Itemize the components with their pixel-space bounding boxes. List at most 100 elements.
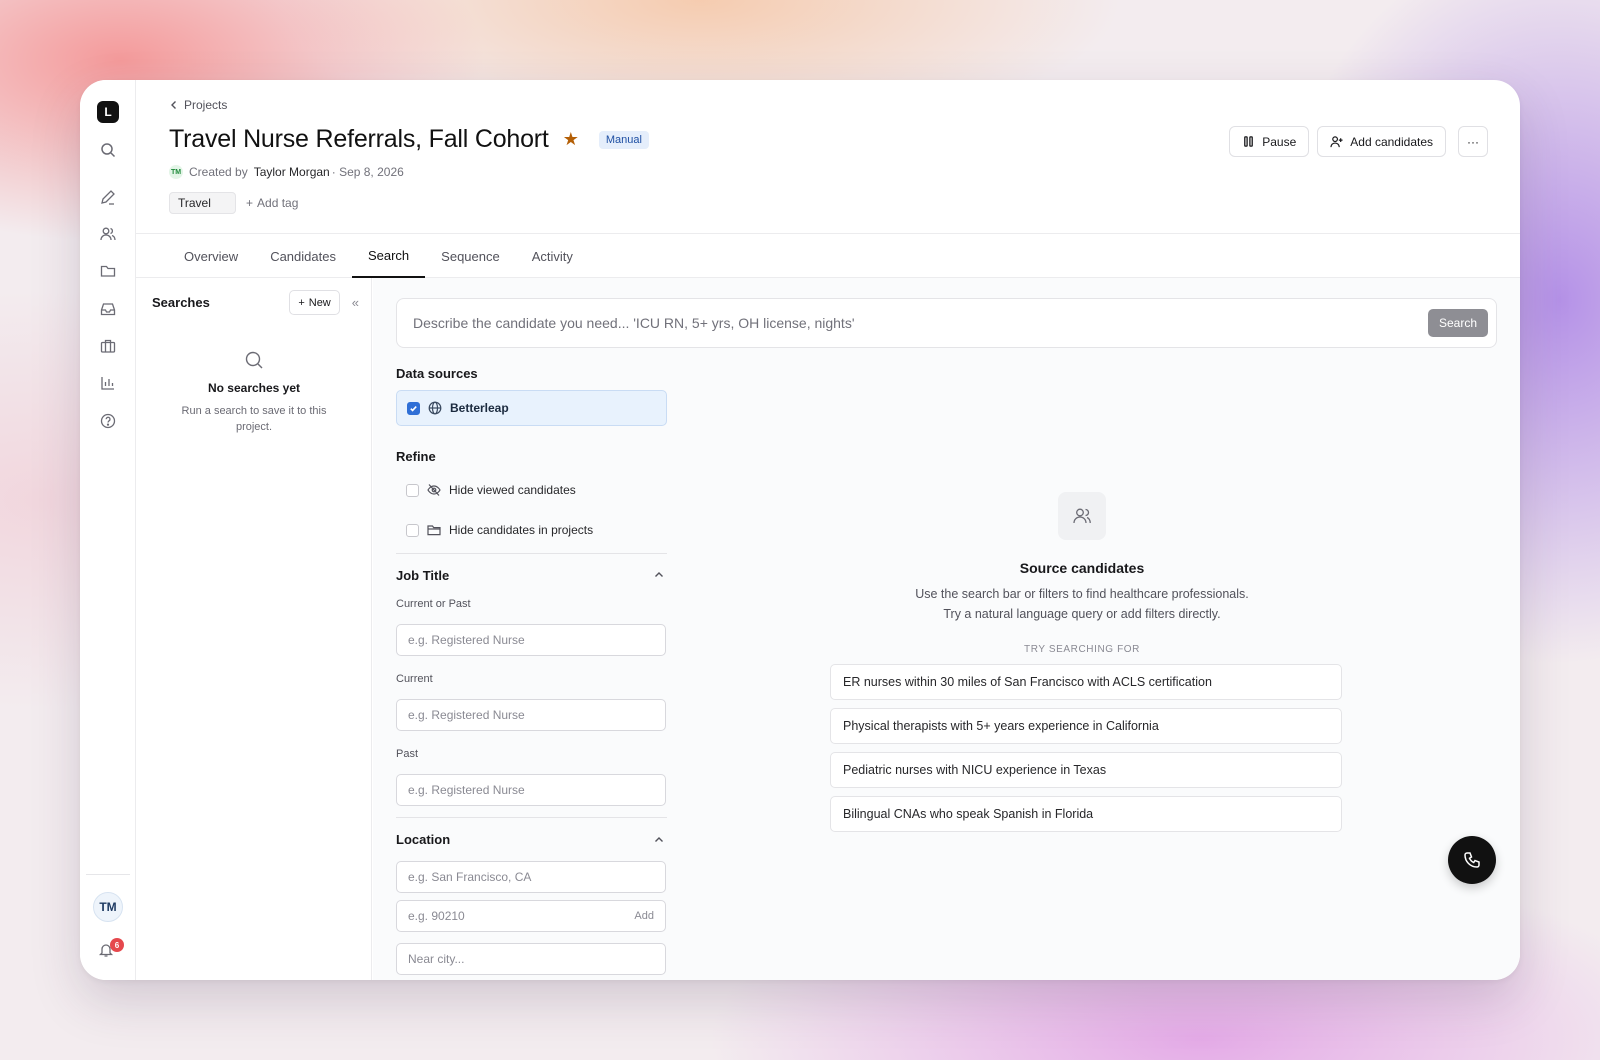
- past-label: Past: [396, 748, 419, 760]
- title-row: Travel Nurse Referrals, Fall Cohort ★ Ma…: [169, 125, 649, 154]
- star-icon[interactable]: ★: [563, 129, 579, 150]
- created-meta: TM Created by Taylor Morgan · Sep 8, 202…: [169, 165, 404, 179]
- divider: [396, 817, 667, 818]
- chevron-left-icon: [171, 101, 176, 109]
- hide-viewed-option[interactable]: Hide viewed candidates: [406, 483, 576, 497]
- pencil-icon[interactable]: [98, 187, 118, 207]
- new-search-button[interactable]: + New: [289, 290, 340, 315]
- new-search-label: New: [308, 296, 331, 309]
- refine-label: Refine: [396, 449, 436, 464]
- app-logo[interactable]: L: [97, 101, 119, 123]
- location-label[interactable]: Location: [396, 832, 450, 847]
- pause-icon: [1244, 136, 1254, 147]
- chevron-up-icon[interactable]: [654, 832, 664, 850]
- main-area: Projects Travel Nurse Referrals, Fall Co…: [136, 80, 1520, 980]
- source-checkbox[interactable]: [407, 401, 420, 415]
- hide-viewed-label: Hide viewed candidates: [449, 483, 576, 497]
- hide-in-projects-checkbox[interactable]: [406, 523, 419, 537]
- past-title-input[interactable]: e.g. Registered Nurse: [396, 774, 666, 806]
- hide-viewed-checkbox[interactable]: [406, 483, 419, 497]
- rail-divider: [86, 874, 130, 875]
- search-content: Describe the candidate you need... 'ICU …: [373, 278, 1520, 980]
- suggestion-item[interactable]: Bilingual CNAs who speak Spanish in Flor…: [830, 796, 1342, 832]
- tab-sequence[interactable]: Sequence: [425, 234, 516, 278]
- users-icon: [1058, 492, 1106, 540]
- current-label: Current: [396, 673, 433, 685]
- tab-bar: Overview Candidates Search Sequence Acti…: [136, 233, 1520, 278]
- tab-candidates[interactable]: Candidates: [254, 234, 352, 278]
- suggestion-item[interactable]: ER nurses within 30 miles of San Francis…: [830, 664, 1342, 700]
- data-sources-label: Data sources: [396, 366, 478, 381]
- tab-activity[interactable]: Activity: [516, 234, 589, 278]
- data-source-betterleap[interactable]: Betterleap: [396, 390, 667, 426]
- more-button[interactable]: ···: [1458, 126, 1488, 157]
- add-candidates-label: Add candidates: [1350, 134, 1433, 149]
- page-title: Travel Nurse Referrals, Fall Cohort: [169, 125, 549, 153]
- searches-title: Searches: [152, 295, 210, 310]
- search-bar[interactable]: Describe the candidate you need... 'ICU …: [396, 298, 1497, 348]
- divider: [396, 553, 667, 554]
- empty-state-line-1: Use the search bar or filters to find he…: [915, 587, 1249, 601]
- users-icon[interactable]: [98, 224, 118, 244]
- hide-in-projects-option[interactable]: Hide candidates in projects: [406, 523, 593, 537]
- user-plus-icon: [1330, 136, 1343, 148]
- plus-icon: +: [246, 196, 254, 210]
- bar-chart-icon[interactable]: [98, 373, 118, 393]
- phone-icon[interactable]: [1448, 836, 1496, 884]
- empty-title: No searches yet: [207, 381, 301, 395]
- add-tag-label: Add tag: [257, 196, 299, 210]
- folder-icon[interactable]: [98, 261, 118, 281]
- created-date: · Sep 8, 2026: [331, 165, 404, 179]
- user-avatar[interactable]: TM: [93, 892, 123, 922]
- job-title-label[interactable]: Job Title: [396, 568, 449, 583]
- tab-overview[interactable]: Overview: [168, 234, 254, 278]
- hide-in-projects-label: Hide candidates in projects: [449, 523, 594, 537]
- pause-label: Pause: [1262, 134, 1297, 149]
- plus-icon: +: [298, 296, 305, 309]
- searches-empty-state: No searches yet Run a search to save it …: [136, 350, 372, 435]
- empty-state-title: Source candidates: [1019, 560, 1145, 576]
- tab-search[interactable]: Search: [351, 234, 426, 278]
- current-title-input[interactable]: e.g. Registered Nurse: [396, 699, 666, 731]
- search-input[interactable]: Describe the candidate you need... 'ICU …: [413, 315, 1428, 331]
- empty-state-description: Use the search bar or filters to find he…: [832, 584, 1332, 624]
- header-actions: Pause Add candidates ···: [1229, 126, 1488, 157]
- zip-add-button[interactable]: Add: [634, 910, 654, 922]
- help-icon[interactable]: [98, 411, 118, 431]
- add-candidates-button[interactable]: Add candidates: [1317, 126, 1446, 157]
- breadcrumb-projects[interactable]: Projects: [184, 98, 227, 112]
- breadcrumb[interactable]: Projects: [169, 98, 227, 112]
- globe-icon: [428, 401, 442, 415]
- notification-badge: 6: [110, 938, 124, 952]
- more-icon: ···: [1467, 134, 1479, 149]
- app-window: L TM 6 Projects Travel Nurse Referrals, …: [80, 80, 1520, 980]
- add-tag-button[interactable]: + Add tag: [246, 196, 298, 210]
- zip-placeholder: e.g. 90210: [408, 909, 465, 923]
- left-rail: L TM 6: [80, 80, 136, 980]
- tags-row: Travel + Add tag: [169, 192, 298, 214]
- zip-input[interactable]: e.g. 90210 Add: [396, 900, 666, 932]
- near-city-input[interactable]: Near city...: [396, 943, 666, 975]
- suggestion-item[interactable]: Physical therapists with 5+ years experi…: [830, 708, 1342, 744]
- creator-avatar: TM: [169, 165, 183, 179]
- searches-panel: Searches + New « No searches yet Run a s…: [136, 278, 372, 980]
- current-or-past-input[interactable]: e.g. Registered Nurse: [396, 624, 666, 656]
- folder-icon: [427, 525, 441, 536]
- city-input[interactable]: e.g. San Francisco, CA: [396, 861, 666, 893]
- status-badge: Manual: [598, 130, 649, 149]
- empty-state-line-2: Try a natural language query or add filt…: [943, 607, 1221, 621]
- pause-button[interactable]: Pause: [1229, 126, 1310, 157]
- created-by-label: Created by: [189, 165, 248, 179]
- inbox-icon[interactable]: [98, 299, 118, 319]
- source-label: Betterleap: [450, 401, 509, 415]
- search-icon[interactable]: [98, 140, 118, 160]
- search-icon: [245, 351, 263, 369]
- suggestion-item[interactable]: Pediatric nurses with NICU experience in…: [830, 752, 1342, 788]
- eye-off-icon: [427, 484, 441, 496]
- tag-chip[interactable]: Travel: [169, 192, 236, 214]
- chevron-up-icon[interactable]: [654, 567, 664, 585]
- collapse-panel-icon[interactable]: «: [352, 295, 359, 310]
- try-searching-label: TRY SEARCHING FOR: [1024, 644, 1140, 655]
- search-button[interactable]: Search: [1427, 309, 1488, 337]
- briefcase-icon[interactable]: [98, 336, 118, 356]
